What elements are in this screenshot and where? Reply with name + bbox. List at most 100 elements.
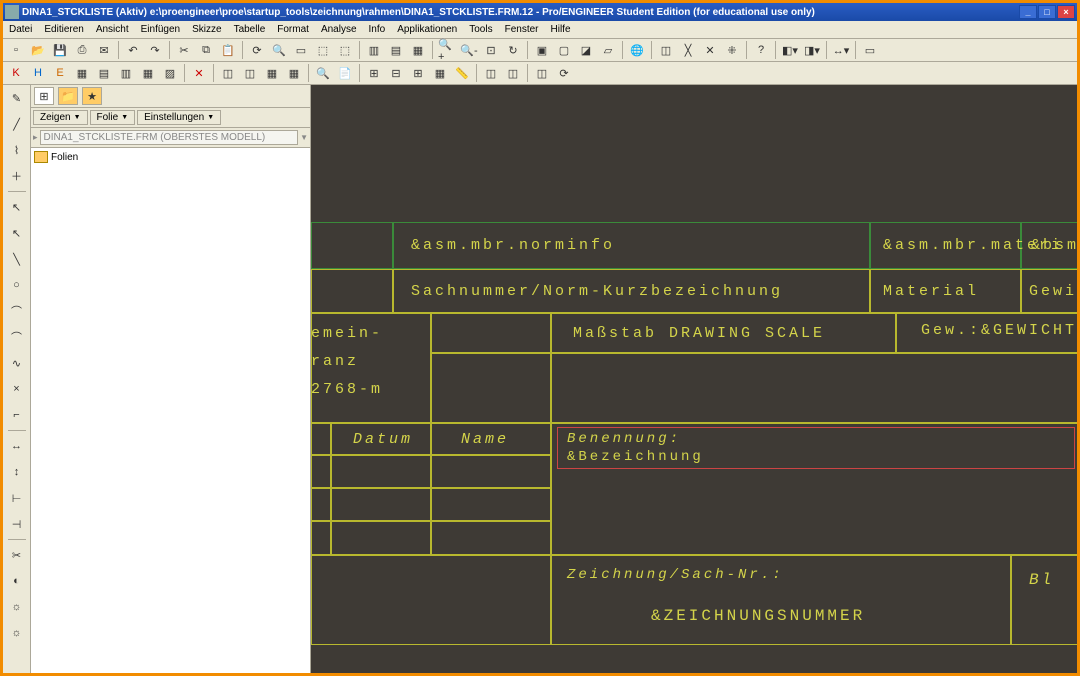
sketch-icon[interactable]: H bbox=[28, 63, 48, 83]
tool-icon[interactable]: ⬚ bbox=[313, 40, 333, 60]
regen-icon[interactable]: ⟳ bbox=[247, 40, 267, 60]
ruler-icon[interactable]: 📏 bbox=[452, 63, 472, 83]
drawing-canvas[interactable]: &asm.mbr.norminfo &asm.mbr.materi &bsm S… bbox=[311, 85, 1077, 673]
paste-icon[interactable]: 📋 bbox=[218, 40, 238, 60]
arc-icon[interactable]: ⌒ bbox=[6, 300, 28, 322]
menu-format[interactable]: Format bbox=[271, 22, 315, 37]
arc-icon[interactable]: ⌒ bbox=[6, 326, 28, 348]
arrow-tool-icon[interactable]: ↖ bbox=[6, 222, 28, 244]
filter-icon[interactable]: ◨▾ bbox=[802, 40, 822, 60]
refit-icon[interactable]: ⊡ bbox=[481, 40, 501, 60]
minimize-button[interactable]: _ bbox=[1019, 5, 1037, 19]
sketch-tool-icon[interactable]: ✎ bbox=[6, 87, 28, 109]
refresh-icon[interactable]: ⟳ bbox=[554, 63, 574, 83]
point-tool-icon[interactable]: ＋ bbox=[6, 165, 28, 187]
help-icon[interactable]: ? bbox=[751, 40, 771, 60]
menu-info[interactable]: Info bbox=[363, 22, 392, 37]
line-icon[interactable]: ╲ bbox=[6, 248, 28, 270]
maximize-button[interactable]: □ bbox=[1038, 5, 1056, 19]
dim-icon[interactable]: ↕ bbox=[6, 461, 28, 483]
dim-icon[interactable]: ⊢ bbox=[6, 487, 28, 509]
tree-icon[interactable]: ⊞ bbox=[34, 87, 54, 105]
einstellungen-button[interactable]: Einstellungen▼ bbox=[137, 110, 221, 125]
grid-icon[interactable]: ⊞ bbox=[408, 63, 428, 83]
spline-icon[interactable]: ∿ bbox=[6, 352, 28, 374]
datum-csys-icon[interactable]: ⁜ bbox=[722, 40, 742, 60]
datum-axis-icon[interactable]: ╳ bbox=[678, 40, 698, 60]
menu-ansicht[interactable]: Ansicht bbox=[90, 22, 135, 37]
grid-icon[interactable]: ⊟ bbox=[386, 63, 406, 83]
menu-fenster[interactable]: Fenster bbox=[499, 22, 545, 37]
menu-tabelle[interactable]: Tabelle bbox=[228, 22, 272, 37]
menu-applikationen[interactable]: Applikationen bbox=[391, 22, 463, 37]
menu-datei[interactable]: Datei bbox=[3, 22, 38, 37]
layer-icon[interactable]: ▣ bbox=[532, 40, 552, 60]
star-icon[interactable]: ★ bbox=[82, 87, 102, 105]
grid-icon[interactable]: ▦ bbox=[430, 63, 450, 83]
table-icon[interactable]: ▦ bbox=[138, 63, 158, 83]
sketch-icon[interactable]: E bbox=[50, 63, 70, 83]
trim-icon[interactable]: ✂ bbox=[6, 544, 28, 566]
tool-icon[interactable]: ◫ bbox=[532, 63, 552, 83]
redo-icon[interactable]: ↷ bbox=[145, 40, 165, 60]
tool-icon[interactable]: ◫ bbox=[481, 63, 501, 83]
circle-icon[interactable]: ○ bbox=[6, 274, 28, 296]
zeigen-button[interactable]: Zeigen▼ bbox=[33, 110, 88, 125]
new-icon[interactable]: ▫ bbox=[6, 40, 26, 60]
tool-icon[interactable]: ◫ bbox=[503, 63, 523, 83]
print-icon[interactable]: ⎙ bbox=[72, 40, 92, 60]
tool-icon[interactable]: ◫ bbox=[240, 63, 260, 83]
menu-hilfe[interactable]: Hilfe bbox=[545, 22, 577, 37]
tool-icon[interactable]: ☼ bbox=[6, 622, 28, 644]
tool-icon[interactable]: ☼ bbox=[6, 596, 28, 618]
menu-analyse[interactable]: Analyse bbox=[315, 22, 363, 37]
datum-plane-icon[interactable]: ◫ bbox=[656, 40, 676, 60]
view-icon[interactable]: ▦ bbox=[408, 40, 428, 60]
dim-icon[interactable]: ↔▾ bbox=[831, 40, 851, 60]
menu-editieren[interactable]: Editieren bbox=[38, 22, 89, 37]
folder-icon[interactable]: 📁 bbox=[58, 87, 78, 105]
save-icon[interactable]: 💾 bbox=[50, 40, 70, 60]
model-input[interactable] bbox=[40, 130, 299, 145]
point-icon[interactable]: × bbox=[6, 378, 28, 400]
menu-einfuegen[interactable]: Einfügen bbox=[135, 22, 186, 37]
search-icon[interactable]: 🔍 bbox=[269, 40, 289, 60]
layer-icon[interactable]: ▢ bbox=[554, 40, 574, 60]
grid-icon[interactable]: ⊞ bbox=[364, 63, 384, 83]
view-icon[interactable]: ▥ bbox=[364, 40, 384, 60]
menu-tools[interactable]: Tools bbox=[463, 22, 498, 37]
folie-button[interactable]: Folie▼ bbox=[90, 110, 136, 125]
curve-tool-icon[interactable]: ⌇ bbox=[6, 139, 28, 161]
globe-icon[interactable]: 🌐 bbox=[627, 40, 647, 60]
chamfer-icon[interactable]: ⌐ bbox=[6, 404, 28, 426]
cut-icon[interactable]: ✂ bbox=[174, 40, 194, 60]
delete-icon[interactable]: ✕ bbox=[189, 63, 209, 83]
menu-skizze[interactable]: Skizze bbox=[186, 22, 227, 37]
tool-icon[interactable]: ◐ bbox=[6, 570, 28, 592]
tree-area[interactable]: Folien bbox=[31, 148, 310, 673]
undo-icon[interactable]: ↶ bbox=[123, 40, 143, 60]
zoom-in-icon[interactable]: 🔍+ bbox=[437, 40, 457, 60]
table-icon[interactable]: ▤ bbox=[94, 63, 114, 83]
orient-icon[interactable]: ↻ bbox=[503, 40, 523, 60]
dim-icon[interactable]: ⊣ bbox=[6, 513, 28, 535]
dim-icon[interactable]: ↔ bbox=[6, 435, 28, 457]
close-button[interactable]: × bbox=[1057, 5, 1075, 19]
line-tool-icon[interactable]: ╱ bbox=[6, 113, 28, 135]
layer-icon[interactable]: ◪ bbox=[576, 40, 596, 60]
tool-icon[interactable]: ▦ bbox=[284, 63, 304, 83]
note-icon[interactable]: 📄 bbox=[335, 63, 355, 83]
window-icon[interactable]: ▭ bbox=[860, 40, 880, 60]
filter-icon[interactable]: ◧▾ bbox=[780, 40, 800, 60]
open-icon[interactable]: 📂 bbox=[28, 40, 48, 60]
sketch-icon[interactable]: K bbox=[6, 63, 26, 83]
zoom-out-icon[interactable]: 🔍- bbox=[459, 40, 479, 60]
select-icon[interactable]: ▭ bbox=[291, 40, 311, 60]
mail-icon[interactable]: ✉ bbox=[94, 40, 114, 60]
tool-icon[interactable]: ▦ bbox=[262, 63, 282, 83]
copy-icon[interactable]: ⧉ bbox=[196, 40, 216, 60]
table-icon[interactable]: ▥ bbox=[116, 63, 136, 83]
arrow-tool-icon[interactable]: ↖ bbox=[6, 196, 28, 218]
layer-icon[interactable]: ▱ bbox=[598, 40, 618, 60]
datum-point-icon[interactable]: ✕ bbox=[700, 40, 720, 60]
